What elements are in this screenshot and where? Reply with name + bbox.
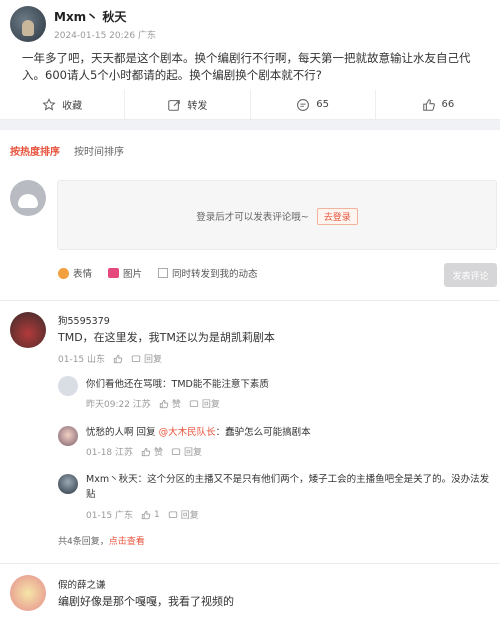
share-label: 转发: [187, 101, 208, 112]
emoji-label: 表情: [73, 269, 93, 280]
composer-tools: 表情 图片 同时转发到我的动态: [58, 266, 258, 280]
comment-icon: [171, 447, 181, 455]
reply-button[interactable]: 回复: [189, 397, 220, 410]
avatar[interactable]: [10, 312, 46, 348]
avatar[interactable]: [58, 426, 78, 446]
thumbs-up-icon: [141, 447, 151, 456]
reply-text: 你们看他还在骂哦：TMD能不能注意下素质: [86, 377, 486, 392]
comment-count: 65: [316, 99, 329, 110]
comment-icon: [189, 399, 198, 407]
guest-avatar: [10, 180, 46, 216]
author-name[interactable]: Mxm丶 秋天: [54, 8, 126, 25]
reply-text: 忧愁的人啊 回复 @大木民队长：蠢驴怎么可能搞剧本: [86, 425, 486, 440]
tab-sort-time[interactable]: 按时间排序: [74, 143, 124, 158]
reply-time-location: 01-18 江苏: [86, 448, 134, 458]
comment-author[interactable]: 狗5595379: [58, 313, 110, 327]
thumbs-up-icon: [422, 98, 435, 111]
avatar[interactable]: [58, 376, 78, 396]
emoji-button[interactable]: 表情: [58, 266, 92, 280]
comment-text: 编剧好像是那个嘎嘎，我看了视频的: [58, 595, 234, 608]
reply-content: ：TMD能不能注意下素质: [162, 379, 269, 390]
like-button[interactable]: 赞: [159, 397, 181, 410]
thumbs-up-icon: [113, 354, 123, 363]
reply-button[interactable]: 回复: [168, 508, 199, 521]
image-label: 图片: [123, 269, 143, 280]
post-meta: 2024-01-15 20:26 广东: [54, 31, 156, 41]
mention-link[interactable]: @大木民队长: [159, 427, 216, 438]
login-button[interactable]: 去登录: [316, 208, 358, 225]
like-count: 1: [154, 509, 160, 520]
like-label: 赞: [171, 400, 181, 410]
author-avatar[interactable]: [10, 6, 46, 42]
reply-meta: 01-15 广东 1 回复: [86, 508, 199, 522]
like-button[interactable]: 1: [141, 510, 160, 520]
comment-divider: [0, 563, 500, 564]
like-button[interactable]: [113, 354, 123, 364]
avatar[interactable]: [10, 575, 46, 611]
like-label: 赞: [154, 448, 164, 458]
reply-meta: 01-18 江苏 赞 回复: [86, 445, 202, 458]
star-icon: [42, 97, 56, 111]
share-button[interactable]: 转发: [124, 90, 249, 119]
avatar[interactable]: [58, 474, 78, 494]
image-icon: [108, 268, 120, 278]
reply-content: ：蠢驴怎么可能搞剧本: [215, 427, 311, 438]
sort-tabs: 按热度排序 按时间排序: [10, 143, 124, 158]
reply-label: 回复: [180, 511, 199, 521]
reply-label: 回复: [201, 400, 220, 410]
emoji-icon: [58, 267, 69, 279]
reply-prefix: 回复: [133, 427, 159, 438]
composer-divider: [0, 300, 500, 301]
reply-meta: 昨天09:22 江苏 赞 回复: [86, 397, 220, 410]
comment-input-box[interactable]: 登录后才可以发表评论哦~ 去登录: [57, 180, 497, 250]
post-body: 一年多了吧，天天都是这个剧本。换个编剧行不行啊，每天第一把就故意输让水友自己代入…: [22, 51, 471, 82]
login-prompt: 登录后才可以发表评论哦~ 去登录: [58, 208, 496, 225]
repost-label: 同时转发到我的动态: [172, 269, 258, 280]
comment-icon: [131, 354, 141, 362]
action-bar: 收藏 转发 65 66: [0, 90, 500, 120]
like-count: 66: [441, 99, 455, 110]
reply-time-location: 昨天09:22 江苏: [86, 400, 151, 410]
post-header: Mxm丶 秋天 2024-01-15 20:26 广东: [0, 0, 500, 44]
comment-icon: [168, 510, 177, 518]
comment-time-location: 01-15 山东: [58, 355, 106, 365]
more-replies-count: 共4条回复，: [58, 537, 109, 547]
share-icon: [168, 99, 181, 111]
like-button[interactable]: 赞: [141, 445, 163, 458]
checkbox-icon: [158, 268, 169, 278]
repost-checkbox[interactable]: 同时转发到我的动态: [158, 266, 258, 280]
image-button[interactable]: 图片: [108, 266, 142, 280]
thumbs-up-icon: [141, 510, 151, 519]
reply-text: Mxm丶秋天：这个分区的主播又不是只有他们两个，矮子工会的主播鱼吧全是关了的。没…: [86, 472, 491, 502]
reply-author[interactable]: Mxm丶秋天: [86, 474, 138, 485]
reply-content: ：这个分区的主播又不是只有他们两个，矮子工会的主播鱼吧全是关了的。没办法发贴: [86, 474, 490, 500]
comment-button[interactable]: 65: [249, 90, 375, 119]
more-replies: 共4条回复，点击查看: [58, 534, 145, 547]
thumbs-up-icon: [159, 399, 169, 408]
reply-author[interactable]: 忧愁的人啊: [86, 427, 134, 438]
comment-author[interactable]: 假的薛之谦: [58, 577, 106, 591]
comment-icon: [297, 98, 310, 111]
comment-meta: 01-15 山东 回复: [58, 352, 162, 365]
reply-label: 回复: [184, 448, 203, 458]
reply-button[interactable]: 回复: [131, 352, 162, 365]
reply-time-location: 01-15 广东: [86, 511, 134, 521]
like-button[interactable]: 66: [374, 90, 500, 119]
tab-sort-hot[interactable]: 按热度排序: [10, 143, 60, 158]
comment-text: TMD，在这里发，我TM还以为是胡凯莉剧本: [58, 331, 275, 344]
section-divider: [0, 120, 500, 130]
reply-button[interactable]: 回复: [171, 445, 202, 458]
favorite-label: 收藏: [62, 101, 83, 112]
submit-comment-button[interactable]: 发表评论: [444, 263, 497, 287]
favorite-button[interactable]: 收藏: [0, 90, 124, 119]
view-more-link[interactable]: 点击查看: [109, 537, 145, 547]
reply-author[interactable]: 你们看他还在骂哦: [86, 379, 162, 390]
login-prompt-text: 登录后才可以发表评论哦~: [196, 212, 309, 223]
reply-label: 回复: [144, 355, 163, 365]
